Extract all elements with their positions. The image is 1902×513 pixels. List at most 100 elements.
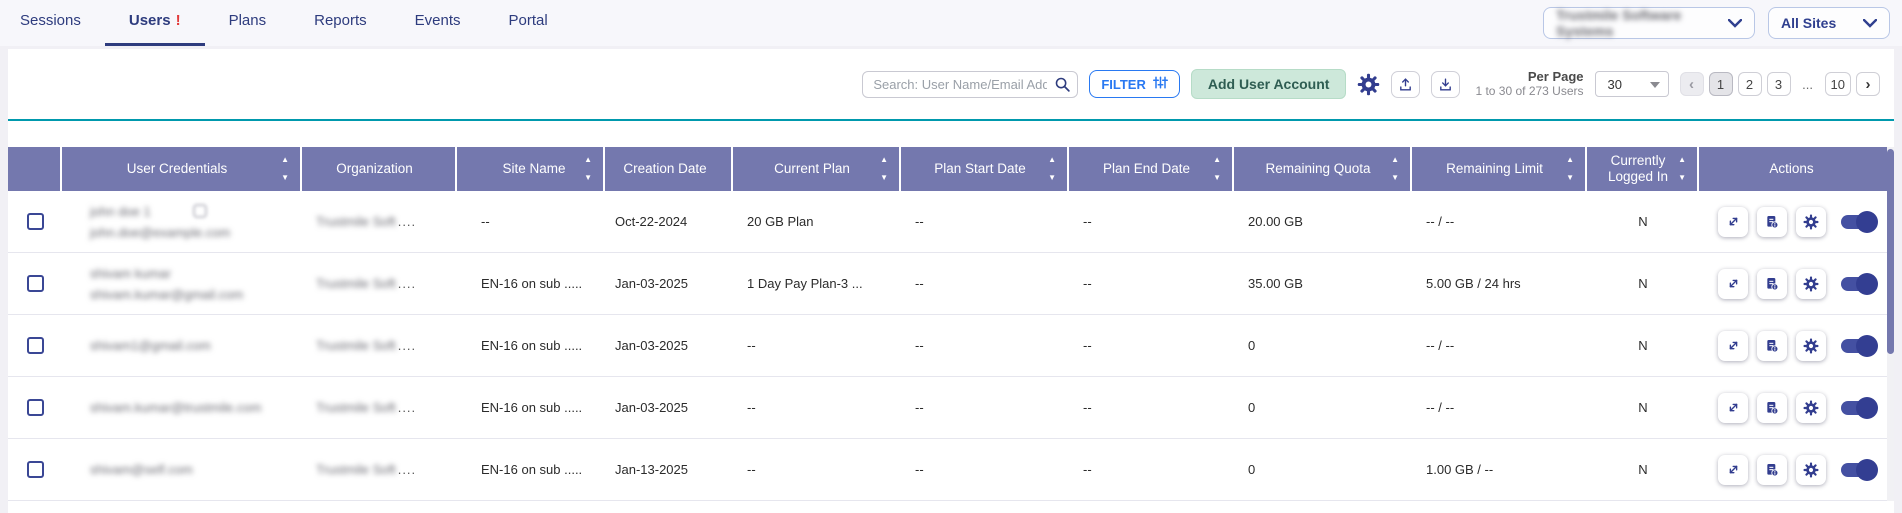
plan-info-button[interactable] [1757,331,1787,361]
tab-events[interactable]: Events [391,0,485,46]
user-settings-button[interactable] [1796,207,1826,237]
column-header-remaining-quota[interactable]: Remaining Quota▲▼ [1234,147,1412,191]
upload-button[interactable] [1391,71,1420,98]
sort-asc-icon: ▲ [1048,152,1056,168]
search-input[interactable] [862,71,1078,98]
user-settings-button[interactable] [1796,393,1826,423]
user-enabled-toggle[interactable] [1841,277,1875,291]
plan-info-button[interactable] [1757,207,1787,237]
sort-asc-icon: ▲ [1391,152,1399,168]
document-info-icon [1764,214,1780,230]
row-checkbox[interactable] [27,275,44,292]
document-info-icon [1764,338,1780,354]
page-button-10[interactable]: 10 [1825,72,1851,96]
expand-icon [1726,338,1741,353]
column-header-user-credentials[interactable]: User Credentials▲▼ [62,147,302,191]
row-checkbox[interactable] [27,461,44,478]
nav-tabs: SessionsUsers! Plans Reports Events Portal [0,0,572,46]
current-plan: -- [733,462,901,477]
row-checkbox[interactable] [27,399,44,416]
sort-desc-icon: ▼ [880,170,888,186]
user-enabled-toggle[interactable] [1841,463,1875,477]
user-settings-button[interactable] [1796,331,1826,361]
plan-info-button[interactable] [1757,393,1787,423]
per-page-label: Per Page [1475,69,1583,84]
plan-info-button[interactable] [1757,455,1787,485]
user-enabled-toggle[interactable] [1841,401,1875,415]
user-settings-button[interactable] [1796,455,1826,485]
download-button[interactable] [1431,71,1460,98]
user-email: shivam.kumar@trustmile.com [90,400,261,415]
user-enabled-toggle[interactable] [1841,339,1875,353]
tab-label: Portal [509,12,548,29]
page-size-dropdown[interactable]: 30 [1595,71,1669,97]
column-header-select [8,147,62,191]
expand-icon [1726,462,1741,477]
sort-desc-icon: ▼ [584,170,592,186]
column-header-site-name[interactable]: Site Name▲▼ [457,147,605,191]
table-row: shivam kumar shivam.kumar@gmail.com Trus… [8,253,1894,315]
page-button-3[interactable]: 3 [1767,72,1791,96]
tab-label: Users [129,12,171,29]
tab-users[interactable]: Users! [105,0,205,46]
tab-label: Reports [314,12,367,29]
user-settings-button[interactable] [1796,269,1826,299]
current-plan: 20 GB Plan [733,214,901,229]
remaining-limit: 5.00 GB / 24 hrs [1412,276,1587,291]
scrollbar-thumb[interactable] [1887,149,1894,354]
sort-asc-icon: ▲ [1678,152,1686,168]
expand-user-button[interactable] [1718,207,1748,237]
expand-user-button[interactable] [1718,455,1748,485]
site-name: EN-16 on sub ..... [457,338,605,353]
expand-user-button[interactable] [1718,393,1748,423]
organization-suffix: .... [398,214,416,229]
user-name: john doe 1 [90,203,151,220]
remaining-limit: 1.00 GB / -- [1412,462,1587,477]
column-header-currently-logged-in[interactable]: Currently Logged In▲▼ [1587,147,1699,191]
prev-page-button[interactable]: ‹ [1680,72,1704,96]
tab-label: Plans [229,12,267,29]
expand-user-button[interactable] [1718,269,1748,299]
column-header-remaining-limit[interactable]: Remaining Limit▲▼ [1412,147,1587,191]
expand-user-button[interactable] [1718,331,1748,361]
gear-icon [1803,276,1819,292]
sort-asc-icon: ▲ [1213,152,1221,168]
column-header-creation-date: Creation Date [605,147,733,191]
row-checkbox[interactable] [27,213,44,230]
expand-icon [1726,276,1741,291]
tab-plans[interactable]: Plans [205,0,291,46]
column-header-current-plan[interactable]: Current Plan▲▼ [733,147,901,191]
organization-name: Trustmile Soft [316,214,396,229]
user-enabled-toggle[interactable] [1841,215,1875,229]
column-label: Creation Date [623,161,706,177]
table-body: john doe 1 john.doe@example.com Trustmil… [8,191,1894,501]
row-checkbox[interactable] [27,337,44,354]
creation-date: Oct-22-2024 [605,214,733,229]
table-row: shivam@self.com Trustmile Soft.... EN-16… [8,439,1894,501]
column-header-plan-start-date[interactable]: Plan Start Date▲▼ [901,147,1069,191]
organization-dropdown[interactable]: Trustmile Software Systems [1543,7,1755,39]
currently-logged-in: N [1587,214,1699,229]
tab-sessions[interactable]: Sessions [0,0,105,46]
settings-gear-button[interactable] [1357,73,1380,96]
next-page-button[interactable]: › [1856,72,1880,96]
page-buttons: 123...10 [1709,72,1851,96]
plan-start-date: -- [901,462,1069,477]
site-name: EN-16 on sub ..... [457,462,605,477]
plan-info-button[interactable] [1757,269,1787,299]
organization-suffix: .... [398,462,416,477]
page-button-2[interactable]: 2 [1738,72,1762,96]
remaining-limit: -- / -- [1412,214,1587,229]
vertical-scrollbar[interactable] [1887,147,1894,501]
tab-portal[interactable]: Portal [485,0,572,46]
tab-reports[interactable]: Reports [290,0,391,46]
upload-icon [1398,77,1413,92]
column-header-organization: Organization [302,147,457,191]
results-range: 1 to 30 of 273 Users [1475,84,1583,99]
filter-button[interactable]: FILTER [1089,70,1180,98]
page-button-1[interactable]: 1 [1709,72,1733,96]
column-header-plan-end-date[interactable]: Plan End Date▲▼ [1069,147,1234,191]
plan-start-date: -- [901,214,1069,229]
add-user-account-button[interactable]: Add User Account [1191,69,1347,99]
sites-dropdown[interactable]: All Sites [1768,7,1890,39]
